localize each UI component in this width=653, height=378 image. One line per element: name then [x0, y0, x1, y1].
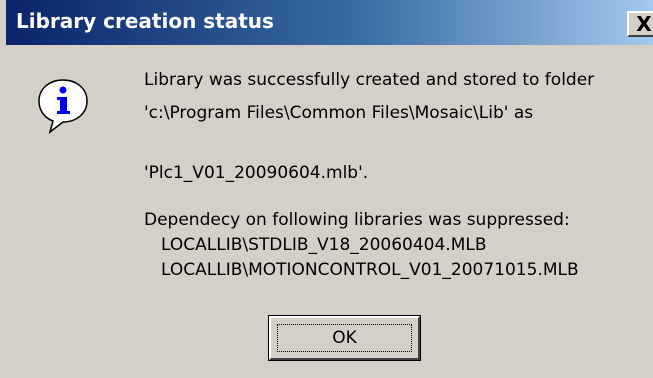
- ok-button-label: OK: [332, 328, 357, 348]
- close-button[interactable]: X: [627, 11, 653, 37]
- library-filename: 'Plc1_V01_20090604.mlb'.: [144, 163, 369, 183]
- message-line-1: Library was successfully created and sto…: [144, 70, 595, 90]
- message-line-2: 'c:\Program Files\Common Files\Mosaic\Li…: [144, 103, 534, 123]
- dependency-message: Dependecy on following libraries was sup…: [144, 210, 570, 230]
- close-icon: X: [636, 12, 652, 36]
- suppressed-library-2: LOCALLIB\MOTIONCONTROL_V01_20071015.MLB: [161, 260, 579, 280]
- title-bar[interactable]: Library creation status X: [6, 0, 653, 45]
- library-creation-status-dialog: Library creation status X Library was su…: [0, 0, 653, 378]
- info-icon: [38, 79, 88, 134]
- window-title: Library creation status: [16, 9, 274, 33]
- suppressed-library-1: LOCALLIB\STDLIB_V18_20060404.MLB: [161, 235, 487, 255]
- ok-button[interactable]: OK: [268, 315, 421, 361]
